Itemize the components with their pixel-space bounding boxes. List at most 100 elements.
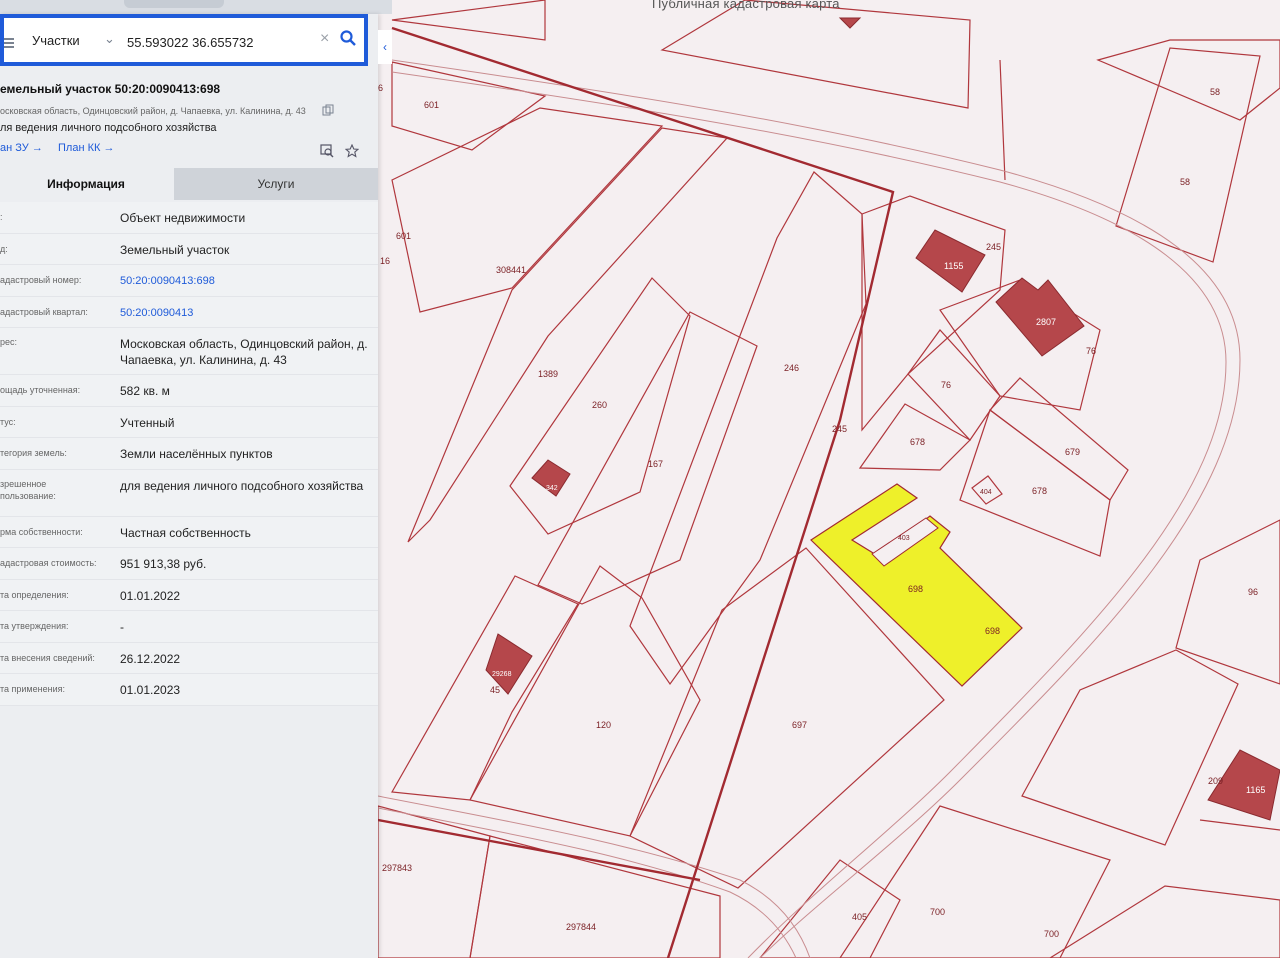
close-icon[interactable]: × <box>320 30 329 48</box>
row-key: : <box>0 212 3 222</box>
map-label: 678 <box>910 437 925 447</box>
table-row: та применения: 01.01.2023 <box>0 674 378 706</box>
tab-information[interactable]: Информация <box>0 168 172 200</box>
browser-tab-strip <box>0 0 392 14</box>
map-label: 601 <box>424 100 439 110</box>
cadastral-number-link[interactable]: 50:20:0090413:698 <box>120 273 375 289</box>
row-value: - <box>120 620 124 634</box>
map-label: 342 <box>546 485 558 492</box>
table-row: рма собственности: Частная собственность <box>0 516 378 548</box>
info-table: : Объект недвижимости д: Земельный участок… <box>0 202 378 706</box>
map-label: 697 <box>792 720 807 730</box>
map-label: 245 <box>986 242 1001 252</box>
object-usage: ля ведения личного подсобного хозяйства <box>0 122 217 134</box>
row-value: Земельный участок <box>120 242 230 257</box>
search-category[interactable]: Участки <box>32 33 80 48</box>
table-row: тус: Учтенный <box>0 406 378 438</box>
row-key: та определения: <box>0 589 69 600</box>
map-label: 679 <box>1065 447 1080 457</box>
map-label: 404 <box>980 489 992 496</box>
map-label: 403 <box>898 535 910 542</box>
map-label: 29268 <box>492 671 512 678</box>
row-value: 951 913,38 руб. <box>120 557 207 571</box>
table-row: адастровая стоимость: 951 913,38 руб. <box>0 548 378 580</box>
map-label: 6 <box>378 83 383 93</box>
cadastral-quarter-link[interactable]: 50:20:0090413 <box>120 305 375 321</box>
map-label: 405 <box>852 912 867 922</box>
row-value: 26.12.2022 <box>120 651 181 666</box>
chevron-down-icon[interactable]: ⌄ <box>104 31 115 47</box>
search-bar: Участки ⌄ × <box>0 14 368 66</box>
plan-kk-link[interactable]: План КК → <box>58 142 114 154</box>
row-key: адастровый номер: <box>0 275 82 285</box>
table-row: та внесения сведений: 26.12.2022 <box>0 642 378 674</box>
map-label: 245 <box>832 424 847 434</box>
row-value: Учтенный <box>120 415 175 430</box>
row-value: 582 кв. м <box>120 384 170 398</box>
table-row: : Объект недвижимости <box>0 202 378 234</box>
row-key: адастровая стоимость: <box>0 558 97 568</box>
panel-tabs: Информация Услуги <box>0 168 378 200</box>
tab-services[interactable]: Услуги <box>174 168 378 200</box>
table-row: зрешенное пользование: для ведения личног… <box>0 469 378 517</box>
search-icon[interactable] <box>340 30 356 46</box>
row-value: Частная собственность <box>120 525 251 540</box>
plan-zu-link[interactable]: ан ЗУ → <box>0 142 43 154</box>
row-key: д: <box>0 243 8 254</box>
map-label: 700 <box>930 907 945 917</box>
search-input[interactable] <box>127 35 307 50</box>
map-label: 76 <box>1086 346 1096 356</box>
zoom-to-object-icon[interactable] <box>320 144 334 158</box>
row-key: та внесения сведений: <box>0 652 95 663</box>
map-label: 96 <box>1248 587 1258 597</box>
map-label: 167 <box>648 459 663 469</box>
map-label: 297844 <box>566 922 596 932</box>
map-label: 1155 <box>944 261 963 271</box>
table-row: адастровый номер: 50:20:0090413:698 <box>0 265 378 297</box>
row-key: рес: <box>0 337 18 347</box>
table-row: адастровый квартал: 50:20:0090413 <box>0 296 378 328</box>
star-icon[interactable] <box>345 144 359 158</box>
map-label: 2807 <box>1036 317 1056 327</box>
row-value: 01.01.2023 <box>120 683 181 697</box>
page-title: Публичная кадастровая карта <box>652 0 840 11</box>
browser-tab[interactable] <box>124 0 224 8</box>
map-label: 1165 <box>1246 785 1265 795</box>
map-label: 260 <box>592 400 607 410</box>
map-label: 700 <box>1044 929 1059 939</box>
object-address: осковская область, Одинцовский район, д.… <box>0 106 306 116</box>
row-value: для ведения личного подсобного хозяйства <box>120 478 364 493</box>
map-label: 678 <box>1032 486 1047 496</box>
copy-icon[interactable] <box>322 104 334 116</box>
map-label: 698 <box>908 584 923 594</box>
object-title: емельный участок 50:20:0090413:698 <box>0 82 221 96</box>
map-label: 120 <box>596 720 611 730</box>
map-label: 45 <box>490 685 500 695</box>
row-key: та применения: <box>0 684 65 694</box>
row-key: тегория земель: <box>0 448 67 458</box>
row-value: Московская область, Одинцовский район, д… <box>120 337 368 367</box>
map-label: 698 <box>985 626 1000 636</box>
table-row: тегория земель: Земли населённых пунктов <box>0 438 378 470</box>
map-label: 1389 <box>538 369 558 379</box>
row-key: ощадь уточненная: <box>0 385 81 395</box>
row-key: адастровый квартал: <box>0 306 88 317</box>
table-row: д: Земельный участок <box>0 233 378 265</box>
row-value: Объект недвижимости <box>120 211 246 225</box>
row-key: зрешенное пользование: <box>0 478 56 501</box>
map-label: 601 <box>396 231 411 241</box>
map-label: 297843 <box>382 863 412 873</box>
map-label: 209 <box>1208 776 1223 786</box>
collapse-panel-button[interactable]: ‹ <box>378 30 392 64</box>
map-label: 16 <box>380 256 390 266</box>
row-value: 01.01.2022 <box>120 588 181 603</box>
row-key: та утверждения: <box>0 621 69 631</box>
map-label: 308441 <box>496 265 526 275</box>
table-row: рес: Московская область, Одинцовский райо… <box>0 328 378 375</box>
table-row: та определения: 01.01.2022 <box>0 579 378 611</box>
menu-icon[interactable] <box>4 38 14 50</box>
map-label: 246 <box>784 363 799 373</box>
map-label: 58 <box>1180 177 1190 187</box>
table-row: ощадь уточненная: 582 кв. м <box>0 375 378 407</box>
row-value: Земли населённых пунктов <box>120 447 273 461</box>
